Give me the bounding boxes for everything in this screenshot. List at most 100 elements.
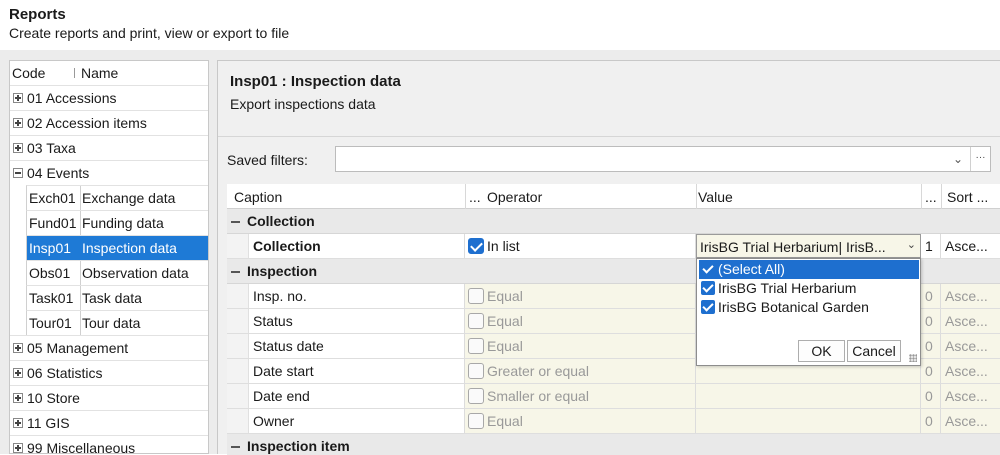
collapse-icon[interactable] [231, 442, 240, 451]
group-label: Collection [247, 213, 315, 229]
report-name: Exchange data [82, 190, 176, 206]
checkbox[interactable] [468, 413, 484, 429]
saved-filters-combobox[interactable]: ⌄ ··· [335, 146, 991, 172]
checkbox[interactable] [468, 363, 484, 379]
checkbox[interactable] [468, 238, 484, 254]
expand-icon[interactable] [13, 143, 23, 153]
checkbox[interactable] [701, 281, 715, 295]
tree-node-label: 06 Statistics [27, 365, 103, 381]
option-select-all[interactable]: (Select All) [699, 260, 919, 279]
checkbox[interactable] [701, 300, 715, 314]
row-value[interactable] [696, 384, 921, 408]
checkbox[interactable] [468, 338, 484, 354]
report-item-insp01[interactable]: Insp01 Inspection data [26, 235, 208, 260]
tree-node-label: 05 Management [27, 340, 129, 356]
row-indicator [227, 384, 249, 408]
tree-node-management[interactable]: 05 Management [10, 335, 208, 360]
tree-node-statistics[interactable]: 06 Statistics [10, 360, 208, 385]
filter-row[interactable]: Date end Smaller or equal 0 Asce... [227, 384, 1000, 409]
group-collection[interactable]: Collection [227, 209, 1000, 234]
collapse-icon[interactable] [13, 168, 23, 178]
expand-icon[interactable] [13, 368, 23, 378]
row-operator[interactable]: Equal [465, 409, 696, 433]
value-dropdown-popup[interactable]: (Select All) IrisBG Trial Herbarium Iris… [696, 258, 921, 366]
row-operator[interactable]: Equal [465, 334, 696, 358]
filter-row-collection[interactable]: Collection In list IrisBG Trial Herbariu… [227, 234, 1000, 259]
collapse-icon[interactable] [231, 267, 240, 276]
group-inspection-item[interactable]: Inspection item [227, 434, 1000, 455]
tree-col-name[interactable]: Name [81, 65, 118, 81]
checkbox[interactable] [468, 288, 484, 304]
option-trial-herbarium[interactable]: IrisBG Trial Herbarium [699, 279, 919, 298]
row-operator[interactable]: Greater or equal [465, 359, 696, 383]
row-operator[interactable]: Equal [465, 309, 696, 333]
tree-node-taxa[interactable]: 03 Taxa [10, 135, 208, 160]
checkbox[interactable] [468, 313, 484, 329]
checkbox[interactable] [701, 262, 715, 276]
report-tree[interactable]: Code Name 01 Accessions 02 Accession ite… [9, 60, 209, 454]
col-operator[interactable]: Operator [487, 189, 542, 205]
option-label: IrisBG Trial Herbarium [718, 280, 857, 296]
tree-node-accessions[interactable]: 01 Accessions [10, 85, 208, 110]
resize-grip-icon[interactable] [909, 354, 917, 362]
checkbox[interactable] [468, 388, 484, 404]
report-item-obs01[interactable]: Obs01 Observation data [26, 260, 208, 285]
row-sort[interactable]: Asce... [941, 334, 1000, 358]
tree-node-store[interactable]: 10 Store [10, 385, 208, 410]
report-item-task01[interactable]: Task01 Task data [26, 285, 208, 310]
expand-icon[interactable] [13, 118, 23, 128]
report-code: Exch01 [27, 186, 81, 210]
col-dots2[interactable]: ... [925, 189, 937, 205]
col-caption[interactable]: Caption [234, 189, 282, 205]
row-caption: Status [249, 309, 465, 333]
row-sort[interactable]: Asce... [941, 284, 1000, 308]
tree-node-gis[interactable]: 11 GIS [10, 410, 208, 435]
tree-node-events[interactable]: 04 Events [10, 160, 208, 185]
col-sort[interactable]: Sort ... [947, 189, 988, 205]
tree-node-accession-items[interactable]: 02 Accession items [10, 110, 208, 135]
row-sort[interactable]: Asce... [941, 384, 1000, 408]
row-sort[interactable]: Asce... [941, 359, 1000, 383]
expand-icon[interactable] [13, 93, 23, 103]
row-indicator [227, 234, 249, 258]
report-code: Obs01 [27, 261, 81, 285]
collapse-icon[interactable] [231, 217, 240, 226]
row-caption: Date end [249, 384, 465, 408]
expand-icon[interactable] [13, 443, 23, 453]
tree-node-miscellaneous[interactable]: 99 Miscellaneous [10, 435, 208, 453]
col-value[interactable]: Value [698, 189, 733, 205]
saved-filters-label: Saved filters: [227, 152, 308, 168]
row-operator[interactable]: Smaller or equal [465, 384, 696, 408]
col-dots[interactable]: ... [469, 189, 481, 205]
row-value[interactable] [696, 409, 921, 433]
tree-col-code[interactable]: Code [12, 65, 45, 81]
ok-button[interactable]: OK [798, 340, 845, 362]
row-operator[interactable]: Equal [465, 284, 696, 308]
expand-icon[interactable] [13, 418, 23, 428]
chevron-down-icon[interactable]: ⌄ [948, 150, 968, 168]
row-sort[interactable]: Asce... [941, 309, 1000, 333]
report-item-tour01[interactable]: Tour01 Tour data [26, 310, 208, 335]
row-sort[interactable]: Asce... [941, 234, 1000, 258]
row-caption: Status date [249, 334, 465, 358]
report-item-exch01[interactable]: Exch01 Exchange data [26, 185, 208, 210]
row-indicator [227, 359, 249, 383]
report-code: Fund01 [27, 211, 81, 235]
row-number: 0 [921, 384, 941, 408]
saved-filters-more-button[interactable]: ··· [970, 147, 990, 171]
row-number: 0 [921, 409, 941, 433]
cancel-button[interactable]: Cancel [847, 340, 901, 362]
filter-row[interactable]: Owner Equal 0 Asce... [227, 409, 1000, 434]
option-label: IrisBG Botanical Garden [718, 299, 869, 315]
expand-icon[interactable] [13, 393, 23, 403]
row-caption: Owner [249, 409, 465, 433]
value-combobox[interactable]: IrisBG Trial Herbarium| IrisB... ⌄ [696, 234, 921, 258]
option-botanical-garden[interactable]: IrisBG Botanical Garden [699, 298, 919, 317]
row-operator[interactable]: In list [465, 234, 696, 258]
row-sort[interactable]: Asce... [941, 409, 1000, 433]
chevron-down-icon[interactable]: ⌄ [907, 238, 916, 251]
expand-icon[interactable] [13, 343, 23, 353]
report-item-fund01[interactable]: Fund01 Funding data [26, 210, 208, 235]
operator-text: Greater or equal [487, 363, 589, 379]
report-name: Inspection data [82, 240, 177, 256]
